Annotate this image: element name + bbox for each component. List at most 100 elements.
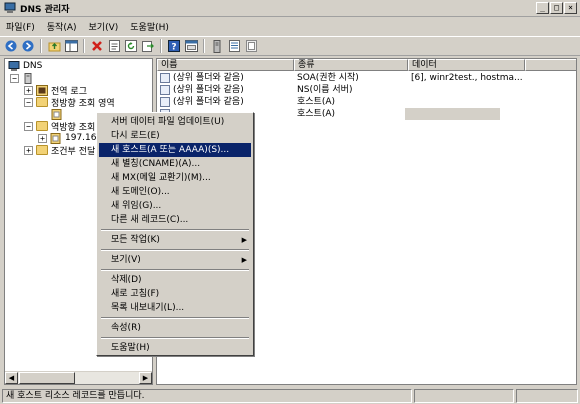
menu-separator — [101, 317, 249, 319]
record-icon — [160, 84, 170, 95]
folder-icon — [36, 121, 48, 131]
forward-button[interactable] — [21, 39, 35, 53]
menu-item-new-mx[interactable]: 새 MX(메일 교환기)(M)... — [99, 171, 251, 185]
list-header: 이름 종류 데이터 — [157, 59, 576, 71]
zone-button[interactable] — [244, 39, 258, 53]
record-row[interactable]: (상위 폴더와 같음) SOA(권한 시작) [6], winr2test., … — [157, 72, 576, 84]
toolbar: ? — [0, 36, 580, 56]
tree-item-forward-zones[interactable]: − 정방향 조회 영역 — [24, 96, 115, 109]
menu-item-export-list[interactable]: 목록 내보내기(L)... — [99, 301, 251, 315]
toolbar-separator — [160, 39, 162, 53]
back-button[interactable] — [4, 39, 18, 53]
forward-icon — [22, 40, 34, 52]
menu-item-new-delegation[interactable]: 새 위임(G)... — [99, 199, 251, 213]
tree-item-label: 역방향 조회 — [51, 122, 96, 133]
menu-item-view[interactable]: 보기(V) ▶ — [99, 253, 251, 267]
tree-item-reverse-zone[interactable]: + 197.161 — [38, 132, 102, 144]
list-button[interactable] — [227, 39, 241, 53]
tree-item-server[interactable]: − — [10, 72, 37, 84]
toolbar-separator — [203, 39, 205, 53]
menu-item-label: 모든 작업(K) — [111, 235, 160, 245]
toolbar-separator — [83, 39, 85, 53]
view-button[interactable] — [184, 39, 198, 53]
status-panel-empty — [414, 388, 514, 403]
menu-item-new-alias[interactable]: 새 별칭(CNAME)(A)... — [99, 157, 251, 171]
console-tree-button[interactable] — [64, 39, 78, 53]
menu-item-label: 보기(V) — [111, 255, 141, 265]
help-button[interactable]: ? — [167, 39, 181, 53]
up-folder-button[interactable] — [47, 39, 61, 53]
tree-item-label: DNS — [23, 61, 43, 71]
toolbar-separator — [40, 39, 42, 53]
record-name: (상위 폴더와 같음) — [173, 85, 244, 95]
column-header-type[interactable]: 종류 — [294, 59, 408, 71]
menu-item-new-host[interactable]: 새 호스트(A 또는 AAAA)(S)... — [99, 143, 251, 157]
record-row[interactable]: (상위 폴더와 같음) NS(이름 서버) — [157, 84, 576, 96]
delete-button[interactable] — [90, 39, 104, 53]
column-header-name[interactable]: 이름 — [157, 59, 294, 71]
menu-help[interactable]: 도움말(H) — [124, 20, 175, 33]
menu-item-reload[interactable]: 다시 로드(E) — [99, 129, 251, 143]
menu-item-other-new-records[interactable]: 다른 새 레코드(C)... — [99, 213, 251, 227]
record-type: 호스트(A) — [297, 109, 336, 119]
record-name: (상위 폴더와 같음) — [173, 73, 244, 83]
menu-view[interactable]: 보기(V) — [83, 20, 125, 33]
back-icon — [5, 40, 17, 52]
collapse-toggle[interactable]: − — [10, 73, 19, 83]
scroll-right-button[interactable]: ▶ — [139, 372, 152, 384]
title-bar: DNS 관리자 _ □ × — [0, 0, 580, 17]
context-menu: 서버 데이터 파일 업데이트(U) 다시 로드(E) 새 호스트(A 또는 AA… — [96, 112, 254, 356]
collapse-toggle[interactable]: − — [24, 97, 33, 107]
menu-item-new-domain[interactable]: 새 도메인(O)... — [99, 185, 251, 199]
minimize-button[interactable]: _ — [536, 2, 549, 14]
expand-toggle[interactable]: + — [24, 85, 33, 95]
menu-item-help[interactable]: 도움말(H) — [99, 341, 251, 355]
tree-item-label: 조건부 전달 — [51, 146, 96, 157]
record-name: (상위 폴더와 같음) — [173, 97, 244, 107]
menu-item-refresh[interactable]: 새로 고침(F) — [99, 287, 251, 301]
expand-toggle[interactable]: + — [38, 133, 47, 143]
properties-button[interactable] — [107, 39, 121, 53]
record-icon — [160, 72, 170, 83]
scroll-left-button[interactable]: ◀ — [5, 372, 18, 384]
view-icon — [184, 40, 198, 52]
delete-icon — [92, 41, 102, 51]
zone-icon — [50, 132, 61, 144]
server-button[interactable] — [210, 39, 224, 53]
window-title: DNS 관리자 — [20, 4, 70, 15]
server-icon — [24, 72, 32, 84]
menu-separator — [101, 249, 249, 251]
svg-text:?: ? — [171, 43, 176, 53]
menu-item-properties[interactable]: 속성(R) — [99, 321, 251, 335]
record-icon — [160, 96, 170, 107]
menu-item-all-tasks[interactable]: 모든 작업(K) ▶ — [99, 233, 251, 247]
export-icon — [142, 41, 154, 52]
server-icon — [213, 39, 221, 53]
column-header-data[interactable]: 데이터 — [408, 59, 525, 71]
tree-item-zone[interactable] — [51, 108, 66, 120]
tree-item-reverse-zones[interactable]: − 역방향 조회 — [24, 120, 96, 133]
menu-item-update-server-data-file[interactable]: 서버 데이터 파일 업데이트(U) — [99, 115, 251, 129]
tree-item-conditional-forwarders[interactable]: + 조건부 전달 — [24, 144, 96, 157]
menu-item-delete[interactable]: 삭제(D) — [99, 273, 251, 287]
refresh-icon — [125, 40, 137, 52]
tree-item-global-log[interactable]: + 전역 로그 — [24, 84, 87, 97]
horizontal-scrollbar[interactable]: ◀ ▶ — [5, 371, 152, 384]
column-header-empty — [525, 59, 576, 71]
tree-item-dns-root[interactable]: DNS — [8, 60, 42, 72]
scroll-thumb[interactable] — [19, 372, 75, 384]
expand-toggle[interactable]: + — [24, 145, 33, 155]
tree-item-label: 정방향 조회 영역 — [51, 98, 115, 109]
zone-icon — [51, 108, 62, 120]
help-icon: ? — [168, 40, 180, 52]
collapse-toggle[interactable]: − — [24, 121, 33, 131]
refresh-button[interactable] — [124, 39, 138, 53]
record-row[interactable]: (상위 폴더와 같음) 호스트(A) — [157, 96, 576, 108]
menu-file[interactable]: 파일(F) — [0, 20, 41, 33]
menu-separator — [101, 269, 249, 271]
record-type: NS(이름 서버) — [297, 85, 353, 95]
maximize-button[interactable]: □ — [550, 2, 563, 14]
close-button[interactable]: × — [564, 2, 577, 14]
menu-action[interactable]: 동작(A) — [41, 20, 83, 33]
export-button[interactable] — [141, 39, 155, 53]
